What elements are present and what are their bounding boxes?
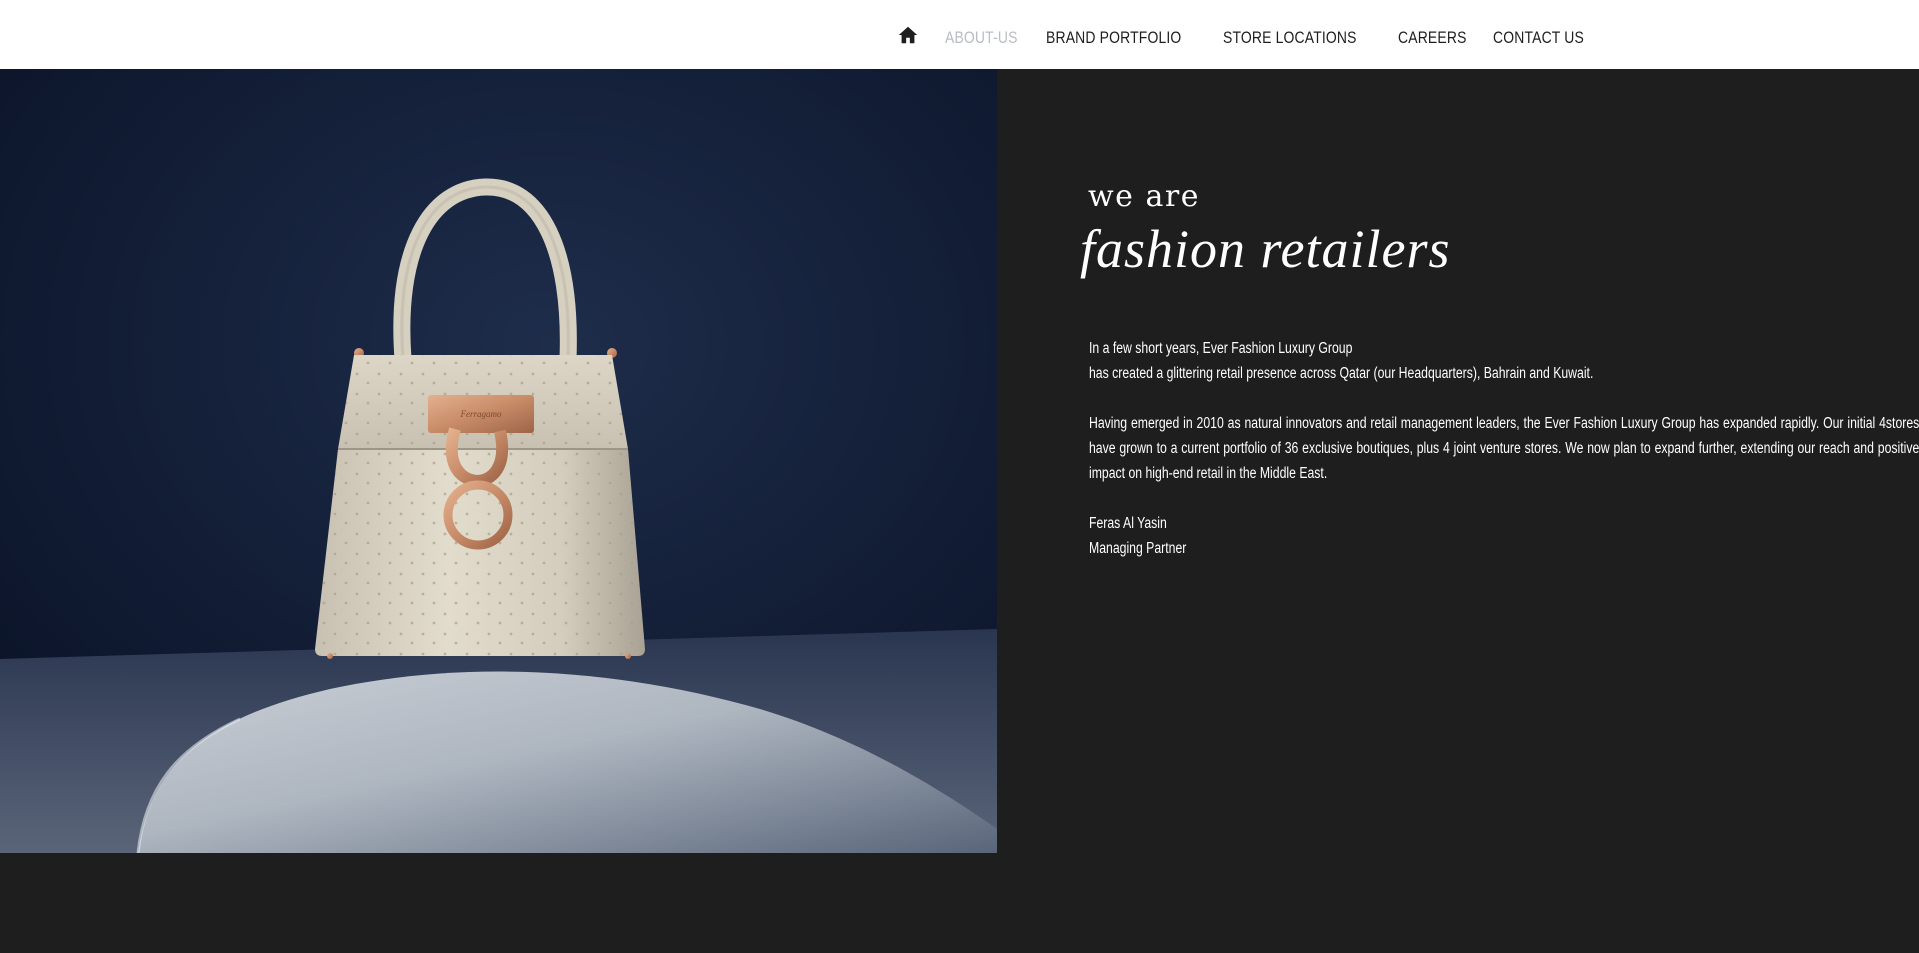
nav-item-contact-us[interactable]: CONTACT US — [1493, 28, 1584, 48]
signature-name: Feras Al Yasin — [1089, 515, 1167, 532]
nav-item-careers[interactable]: CAREERS — [1398, 28, 1467, 48]
intro-line-2: has created a glittering retail presence… — [1089, 365, 1594, 382]
intro-line-1: In a few short years, Ever Fashion Luxur… — [1089, 340, 1353, 357]
nav-item-brand-portfolio[interactable]: BRAND PORTFOLIO — [1046, 28, 1181, 48]
footer-band — [0, 853, 1919, 953]
about-body: In a few short years, Ever Fashion Luxur… — [1089, 336, 1919, 586]
handbag-photo: Ferragamo — [0, 69, 997, 853]
about-panel: we are fashion retailers In a few short … — [997, 69, 1919, 853]
handbag-illustration: Ferragamo — [0, 69, 997, 853]
title-fashion-retailers: fashion retailers — [1080, 219, 1451, 279]
history-paragraph: Having emerged in 2010 as natural innova… — [1089, 415, 1919, 482]
home-icon[interactable] — [897, 24, 919, 46]
nav-item-store-locations[interactable]: STORE LOCATIONS — [1223, 28, 1357, 48]
nav-item-about-us[interactable]: ABOUT-US — [945, 28, 1018, 48]
top-navigation-bar: ABOUT-US BRAND PORTFOLIO STORE LOCATIONS… — [0, 0, 1919, 69]
intro-paragraph: In a few short years, Ever Fashion Luxur… — [1089, 336, 1919, 386]
signature: Feras Al Yasin Managing Partner — [1089, 511, 1919, 561]
signature-title: Managing Partner — [1089, 540, 1187, 557]
main-nav: ABOUT-US BRAND PORTFOLIO STORE LOCATIONS… — [897, 0, 1616, 75]
title-we-are: we are — [1088, 179, 1200, 214]
svg-text:Ferragamo: Ferragamo — [460, 409, 502, 419]
